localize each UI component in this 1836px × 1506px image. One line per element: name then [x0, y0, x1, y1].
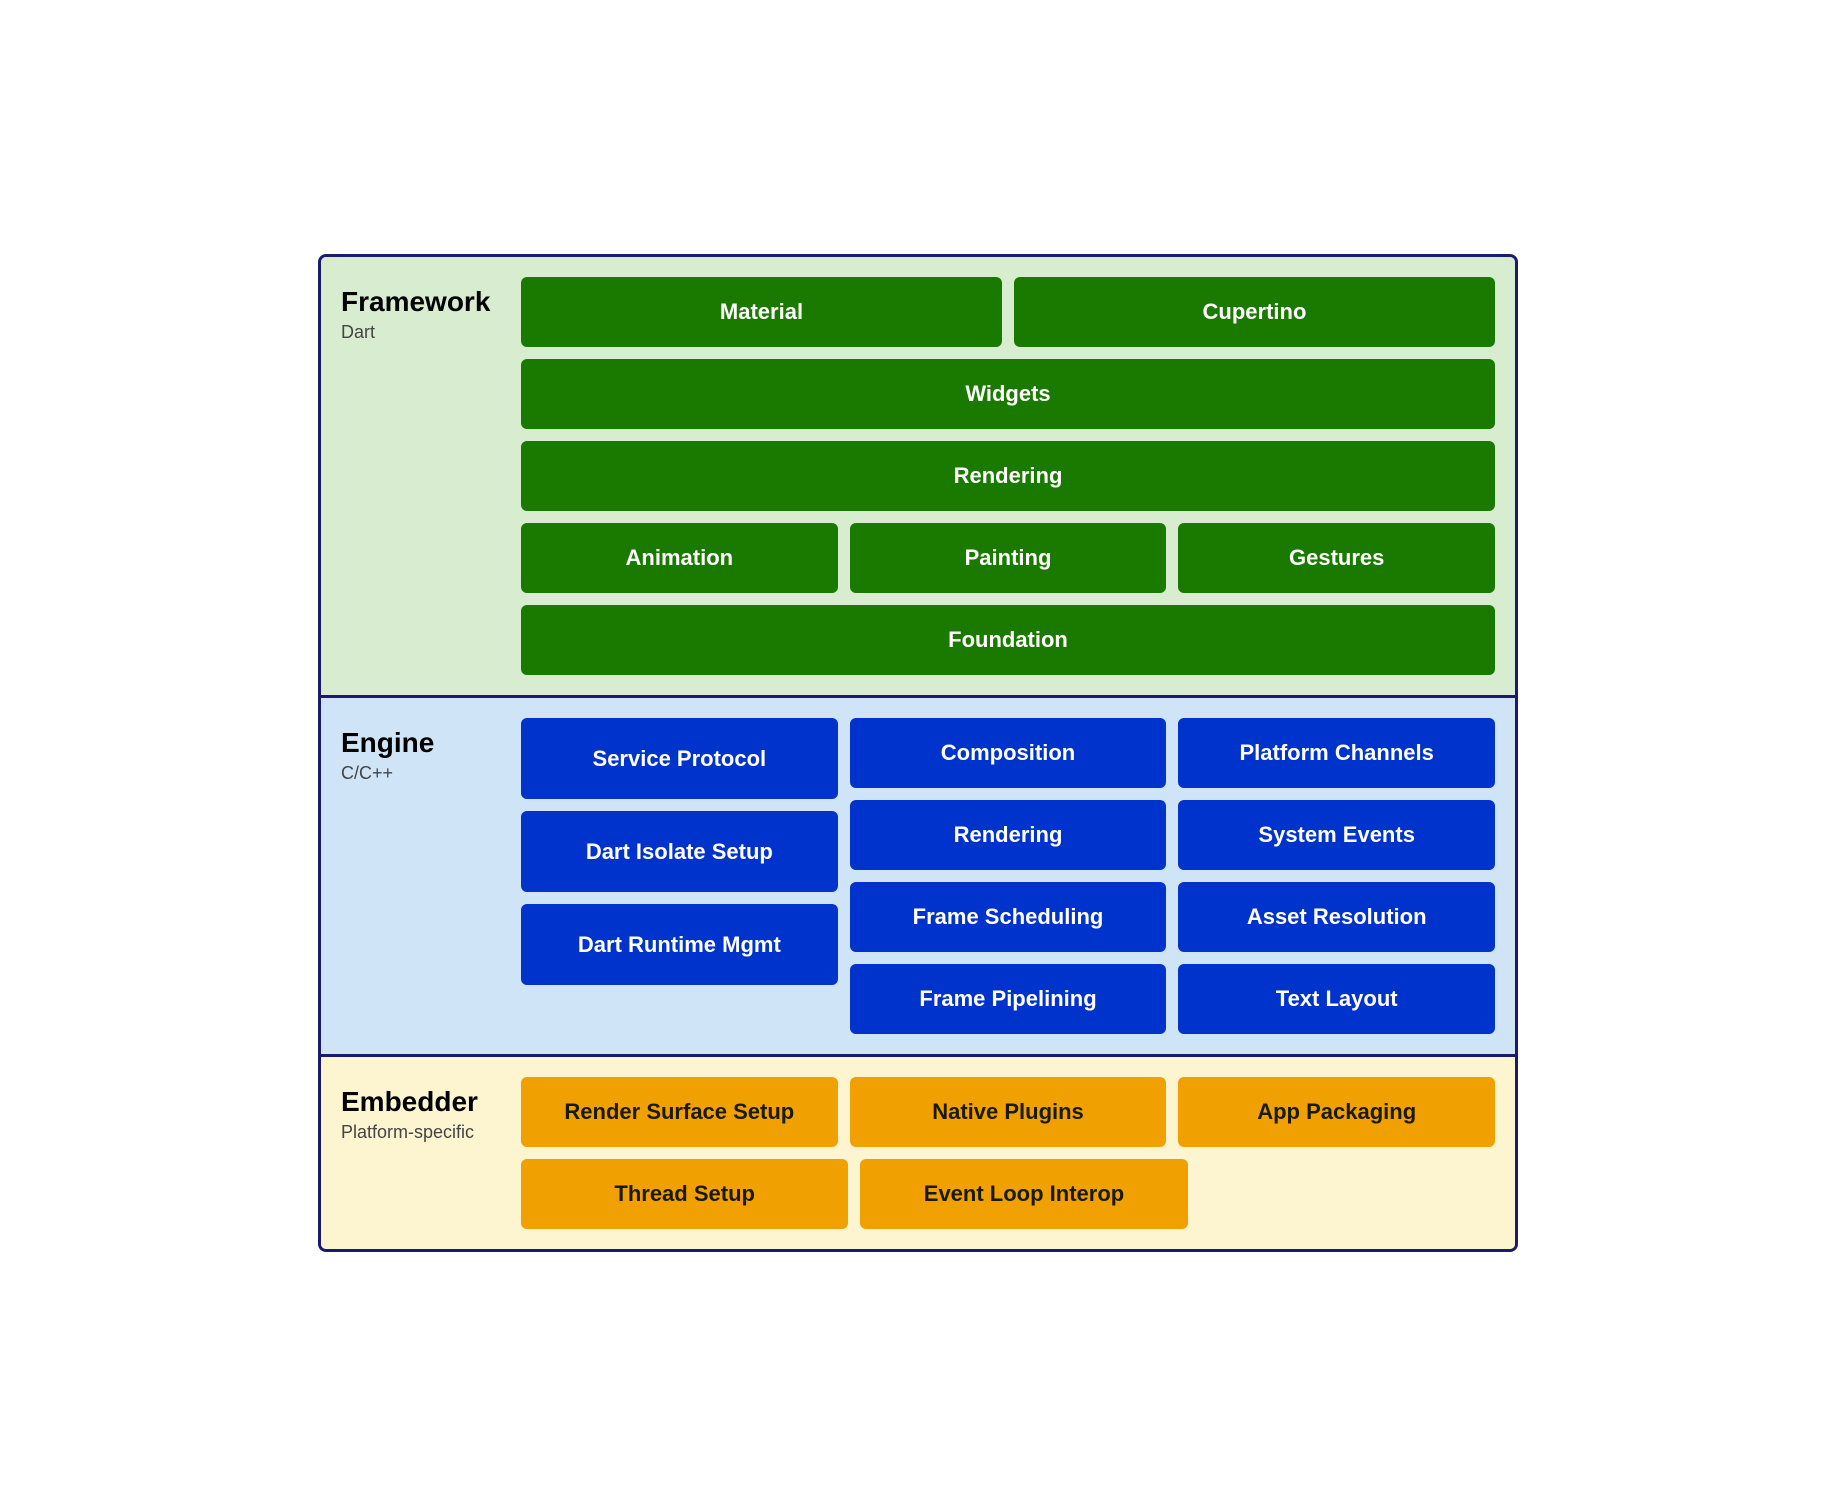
engine-col-left: Service Protocol Dart Isolate Setup Dart…: [521, 718, 838, 1034]
render-surface-setup-box: Render Surface Setup: [521, 1077, 838, 1147]
engine-rendering-box: Rendering: [850, 800, 1167, 870]
framework-row-1: Material Cupertino: [521, 277, 1495, 347]
framework-row-2: Widgets: [521, 359, 1495, 429]
frame-scheduling-box: Frame Scheduling: [850, 882, 1167, 952]
painting-box: Painting: [850, 523, 1167, 593]
event-loop-interop-box: Event Loop Interop: [860, 1159, 1187, 1229]
service-protocol-box: Service Protocol: [521, 718, 838, 799]
dart-runtime-mgmt-box: Dart Runtime Mgmt: [521, 904, 838, 985]
engine-col-mid: Composition Rendering Frame Scheduling F…: [850, 718, 1167, 1034]
widgets-box: Widgets: [521, 359, 1495, 429]
framework-subtitle: Dart: [341, 322, 506, 343]
embedder-label: Embedder Platform-specific: [341, 1077, 521, 1229]
animation-box: Animation: [521, 523, 838, 593]
embedder-subtitle: Platform-specific: [341, 1122, 506, 1143]
app-packaging-box: App Packaging: [1178, 1077, 1495, 1147]
engine-layer: Engine C/C++ Service Protocol Dart Isola…: [321, 698, 1515, 1057]
framework-row-5: Foundation: [521, 605, 1495, 675]
asset-resolution-box: Asset Resolution: [1178, 882, 1495, 952]
thread-setup-box: Thread Setup: [521, 1159, 848, 1229]
embedder-title: Embedder: [341, 1087, 506, 1118]
engine-content: Service Protocol Dart Isolate Setup Dart…: [521, 718, 1495, 1034]
engine-subtitle: C/C++: [341, 763, 506, 784]
embedder-row-2: Thread Setup Event Loop Interop: [521, 1159, 1495, 1229]
frame-pipelining-box: Frame Pipelining: [850, 964, 1167, 1034]
composition-box: Composition: [850, 718, 1167, 788]
platform-channels-box: Platform Channels: [1178, 718, 1495, 788]
embedder-layer: Embedder Platform-specific Render Surfac…: [321, 1057, 1515, 1249]
system-events-box: System Events: [1178, 800, 1495, 870]
engine-title: Engine: [341, 728, 506, 759]
embedder-row-1: Render Surface Setup Native Plugins App …: [521, 1077, 1495, 1147]
framework-layer: Framework Dart Material Cupertino Widget…: [321, 257, 1515, 698]
framework-row-3: Rendering: [521, 441, 1495, 511]
foundation-box: Foundation: [521, 605, 1495, 675]
framework-title: Framework: [341, 287, 506, 318]
embedder-content: Render Surface Setup Native Plugins App …: [521, 1077, 1495, 1229]
framework-label: Framework Dart: [341, 277, 521, 675]
cupertino-box: Cupertino: [1014, 277, 1495, 347]
dart-isolate-setup-box: Dart Isolate Setup: [521, 811, 838, 892]
engine-label: Engine C/C++: [341, 718, 521, 1034]
rendering-box: Rendering: [521, 441, 1495, 511]
framework-row-4: Animation Painting Gestures: [521, 523, 1495, 593]
flutter-architecture-diagram: Framework Dart Material Cupertino Widget…: [318, 254, 1518, 1252]
engine-col-right: Platform Channels System Events Asset Re…: [1178, 718, 1495, 1034]
text-layout-box: Text Layout: [1178, 964, 1495, 1034]
material-box: Material: [521, 277, 1002, 347]
gestures-box: Gestures: [1178, 523, 1495, 593]
native-plugins-box: Native Plugins: [850, 1077, 1167, 1147]
framework-content: Material Cupertino Widgets Rendering Ani…: [521, 277, 1495, 675]
